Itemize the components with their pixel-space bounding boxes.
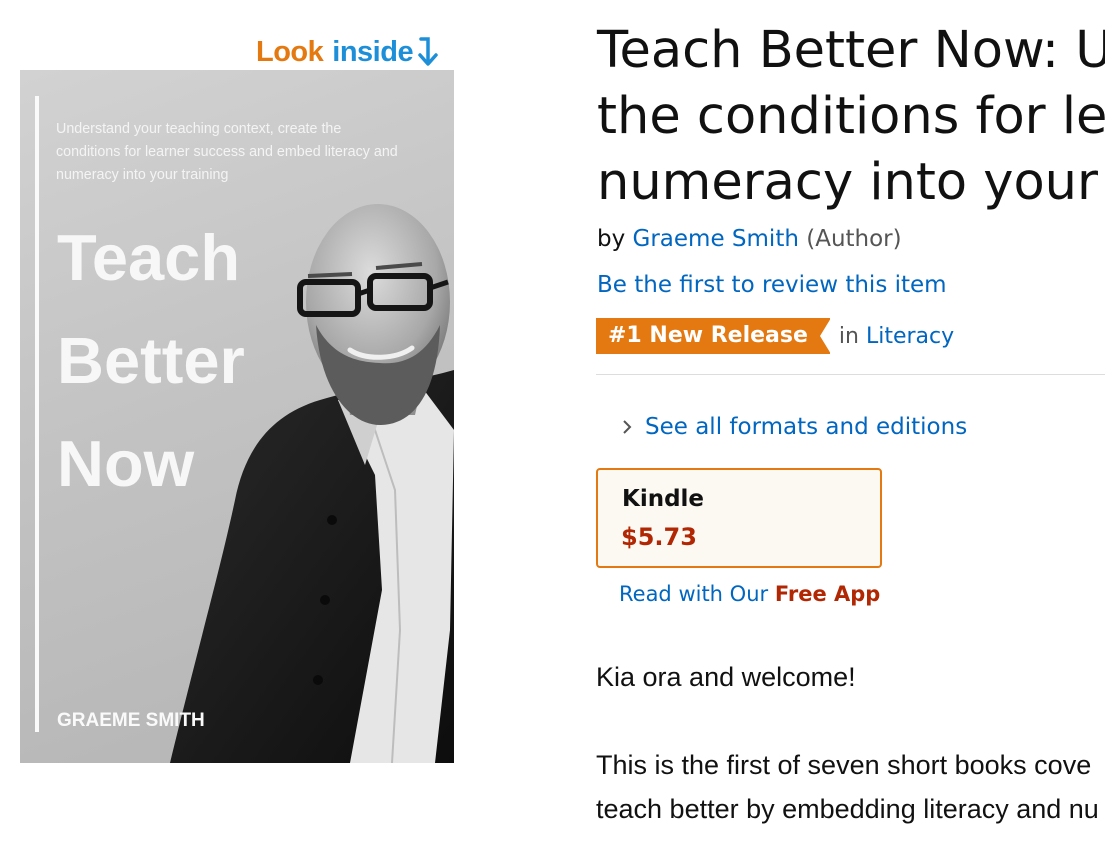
book-cover-image[interactable]: Understand your teaching context, create… xyxy=(20,70,454,763)
byline: by Graeme Smith (Author) xyxy=(597,226,902,252)
kindle-format-option[interactable]: Kindle $5.73 xyxy=(596,468,882,568)
cover-title-line-3: Now xyxy=(57,427,195,500)
read-with-free-app-link[interactable]: Read with Our Free App xyxy=(619,582,880,606)
cover-vertical-line xyxy=(35,96,39,732)
author-role: (Author) xyxy=(806,226,902,252)
byline-by: by xyxy=(597,226,626,252)
format-name: Kindle xyxy=(622,486,705,512)
divider xyxy=(596,374,1105,375)
description-line-1: Kia ora and welcome! xyxy=(596,662,856,692)
look-inside-button[interactable]: Look inside xyxy=(256,34,440,70)
look-inside-word-look: Look xyxy=(256,35,324,68)
see-all-formats-link[interactable]: See all formats and editions xyxy=(621,414,967,440)
chevron-right-icon xyxy=(623,420,632,434)
badge-in-text: in xyxy=(838,323,859,349)
product-title: Teach Better Now: U the conditions for l… xyxy=(597,21,1105,212)
description-line-2: This is the first of seven short books c… xyxy=(596,750,1092,780)
cover-title-line-2: Better xyxy=(57,324,245,397)
author-link[interactable]: Graeme Smith xyxy=(633,226,799,252)
best-seller-badge-row: #1 New Release in Literacy xyxy=(596,318,954,354)
badge-category-link[interactable]: Literacy xyxy=(866,324,954,349)
new-release-badge[interactable]: #1 New Release xyxy=(596,318,831,354)
cover-author: GRAEME SMITH xyxy=(57,710,205,731)
down-arrow-icon xyxy=(418,37,438,66)
cover-subtitle: Understand your teaching context, create… xyxy=(56,121,398,183)
review-link[interactable]: Be the first to review this item xyxy=(597,272,947,298)
look-inside-word-inside: inside xyxy=(332,35,414,68)
description-line-3: teach better by embedding literacy and n… xyxy=(596,794,1099,824)
badge-notch xyxy=(819,318,831,354)
format-price: $5.73 xyxy=(621,523,697,551)
cover-title-line-1: Teach xyxy=(57,221,241,294)
